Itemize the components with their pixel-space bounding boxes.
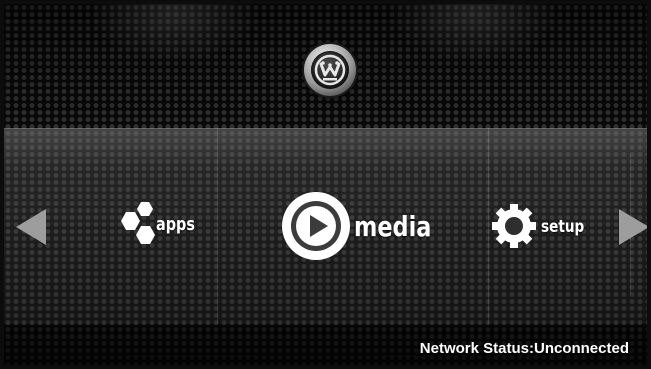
tv-home-screen: apps media setup Network Status:Unconnec… — [4, 4, 647, 365]
arrow-right-icon[interactable] — [619, 209, 647, 245]
gear-icon — [492, 204, 536, 248]
brand-logo — [304, 44, 356, 96]
band-divider — [217, 128, 218, 324]
menu-item-label: setup — [541, 217, 585, 237]
arrow-left-icon[interactable] — [16, 209, 46, 245]
network-status: Network Status:Unconnected — [419, 340, 629, 357]
menu-item-apps[interactable]: apps — [108, 200, 208, 250]
menu-item-label: media — [354, 210, 432, 243]
menu-item-label: apps — [156, 214, 195, 235]
band-divider — [488, 128, 489, 324]
menu-item-media[interactable]: media — [280, 190, 440, 262]
menu-item-setup[interactable]: setup — [491, 203, 601, 251]
w-logo-icon — [314, 54, 346, 86]
play-circle-icon — [282, 192, 350, 260]
